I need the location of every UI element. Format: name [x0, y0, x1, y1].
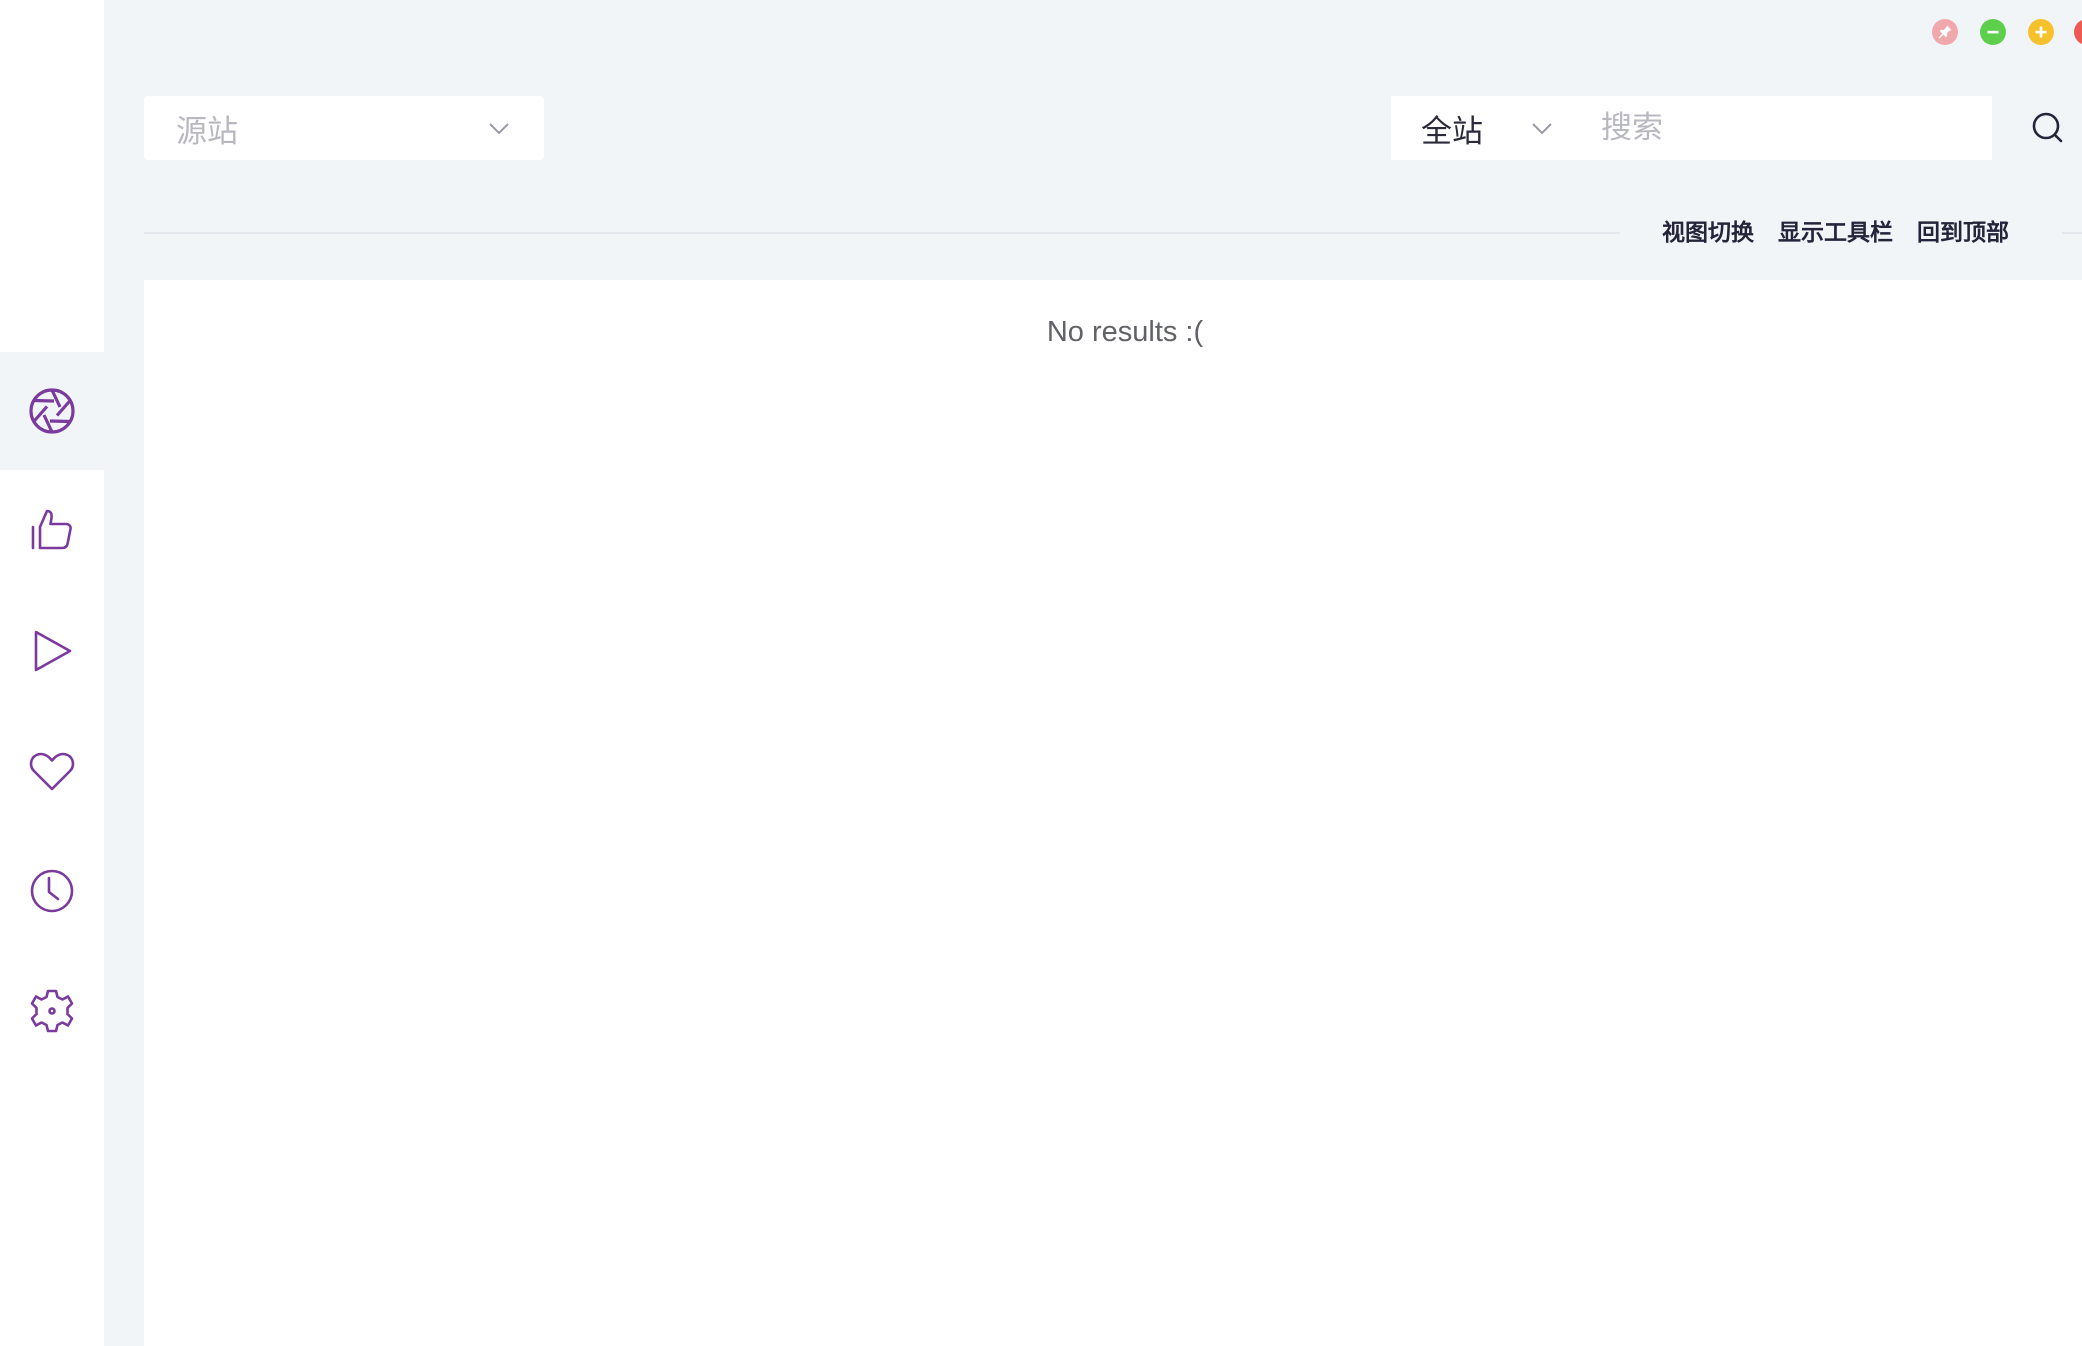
chevron-down-icon — [1532, 123, 1552, 135]
search-input[interactable] — [1577, 96, 1992, 160]
empty-results-message: No results :( — [1046, 316, 1204, 348]
plus-icon — [2035, 26, 2047, 38]
toolbar-divider-right — [2062, 232, 2082, 234]
minimize-button[interactable] — [1980, 19, 2006, 45]
clock-icon — [30, 869, 74, 913]
pin-icon — [1938, 25, 1952, 39]
sidebar — [0, 0, 104, 1346]
source-select-placeholder: 源站 — [176, 113, 238, 150]
search-icon — [2032, 112, 2063, 143]
search-scope-value: 全站 — [1421, 113, 1483, 150]
close-button[interactable] — [2074, 19, 2082, 45]
minus-icon — [1987, 30, 1999, 34]
sidebar-item-popular[interactable] — [0, 470, 104, 588]
source-select[interactable]: 源站 — [144, 96, 544, 160]
pin-button[interactable] — [1932, 19, 1958, 45]
view-toggle-button[interactable]: 视图切换 — [1662, 213, 1754, 253]
toolbar: 视图切换 显示工具栏 回到顶部 — [1662, 213, 2009, 253]
back-to-top-button[interactable]: 回到顶部 — [1917, 213, 2009, 253]
search-box: 全站 — [1391, 96, 1992, 160]
show-toolbar-button[interactable]: 显示工具栏 — [1778, 213, 1893, 253]
heart-icon — [29, 752, 75, 791]
play-icon — [34, 630, 72, 672]
sidebar-item-play[interactable] — [0, 592, 104, 710]
search-scope-select[interactable]: 全站 — [1391, 96, 1577, 160]
aperture-icon — [29, 388, 75, 434]
search-button[interactable] — [2028, 108, 2068, 148]
sidebar-item-explore[interactable] — [0, 352, 104, 470]
maximize-button[interactable] — [2028, 19, 2054, 45]
toolbar-divider — [144, 232, 1620, 234]
sidebar-item-history[interactable] — [0, 832, 104, 950]
results-panel: No results :( — [144, 280, 2082, 1346]
gear-icon — [30, 989, 74, 1033]
chevron-down-icon — [489, 123, 509, 135]
thumbs-up-icon — [31, 509, 72, 550]
sidebar-item-settings[interactable] — [0, 952, 104, 1070]
sidebar-item-favorites[interactable] — [0, 712, 104, 830]
